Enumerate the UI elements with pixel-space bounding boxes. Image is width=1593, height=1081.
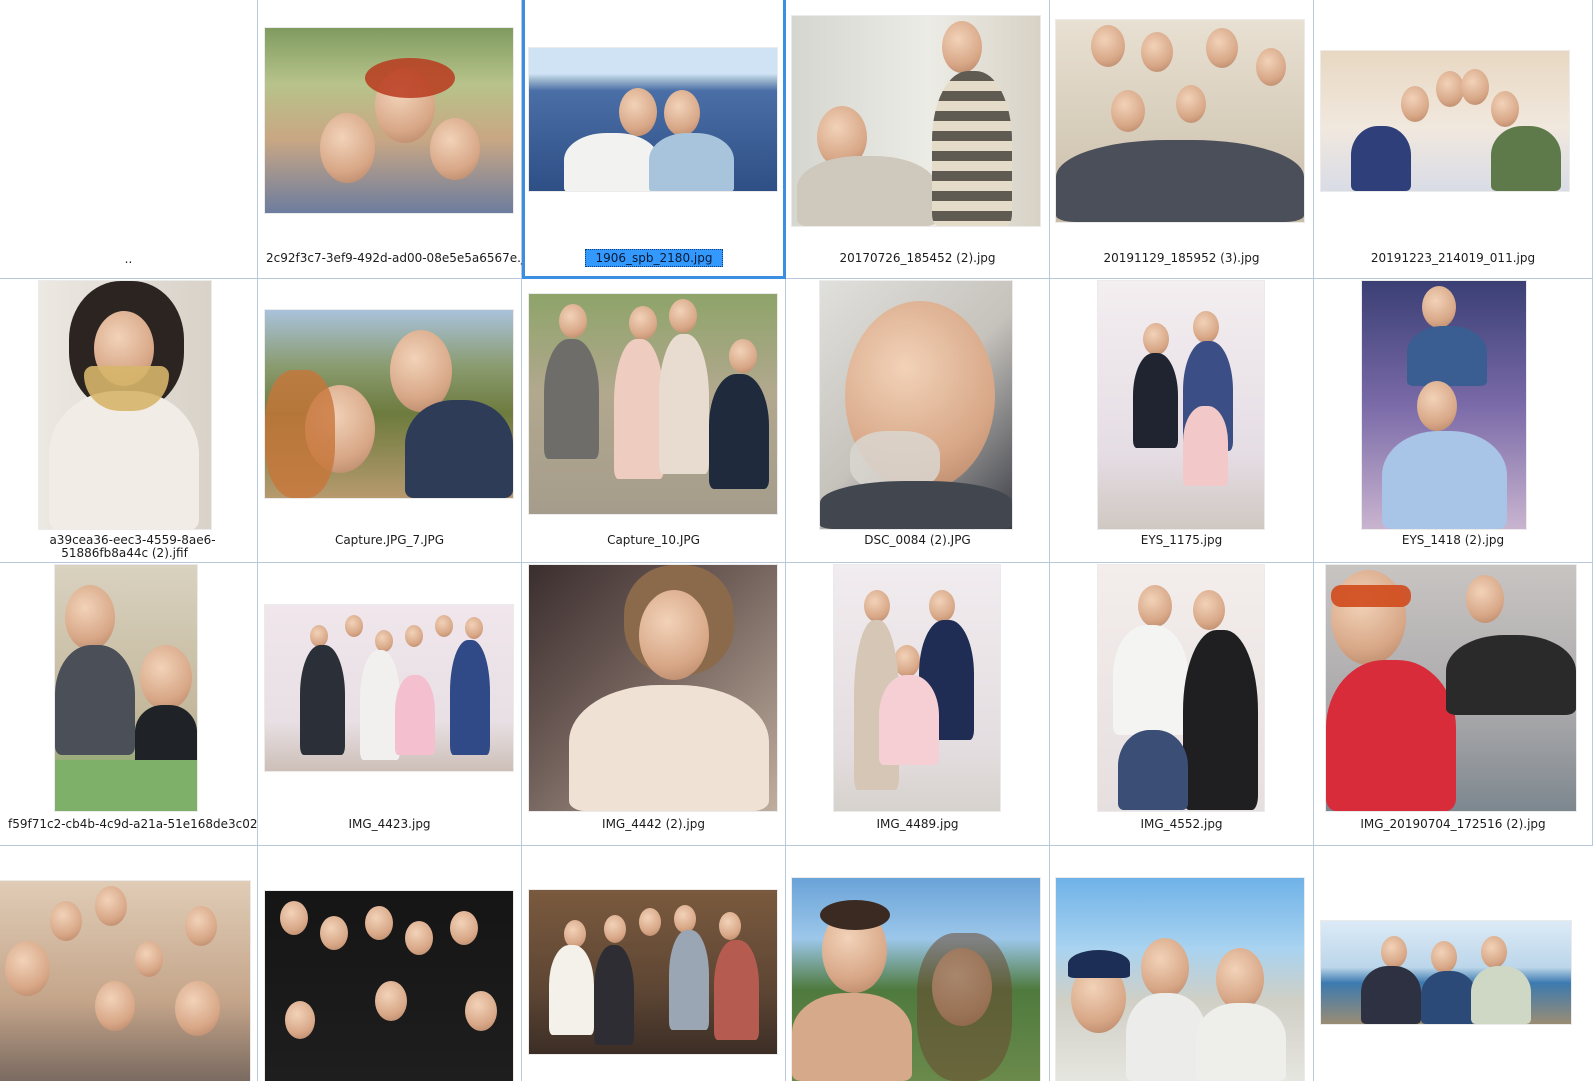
photo-thumbnail [265,28,513,213]
file-tile[interactable] [1050,846,1314,1081]
photo-thumbnail [529,565,777,811]
file-tile[interactable]: IMG_4489.jpg [786,563,1050,846]
file-tile-selected[interactable]: 1906_spb_2180.jpg [522,0,786,279]
photo-thumbnail [1362,281,1526,529]
photo-thumbnail [1056,878,1304,1081]
file-tile[interactable]: IMG_20190704_172516 (2).jpg [1314,563,1593,846]
file-tile[interactable]: 20191223_214019_011.jpg [1314,0,1593,279]
file-tile[interactable] [1314,846,1593,1081]
file-name-label: Capture.JPG_7.JPG [334,533,445,547]
file-name-label-selected: 1906_spb_2180.jpg [525,249,783,267]
photo-thumbnail [529,294,777,514]
file-name-label: EYS_1175.jpg [1140,533,1223,547]
photo-thumbnail [265,891,513,1081]
photo-thumbnail [792,878,1040,1081]
file-tile[interactable]: IMG_4552.jpg [1050,563,1314,846]
photo-thumbnail [820,281,1012,529]
file-name-label: IMG_4489.jpg [876,817,959,831]
file-name-label: IMG_4442 (2).jpg [602,817,705,831]
file-tile[interactable]: DSC_0084 (2).JPG [786,279,1050,563]
photo-thumbnail [529,890,777,1054]
file-name-label: f59f71c2-cb4b-4c9d-a21a-51e168de3c02.jfi… [8,817,277,831]
file-name-label: DSC_0084 (2).JPG [864,533,971,547]
photo-thumbnail [1326,565,1576,811]
photo-thumbnail [1321,921,1571,1024]
file-tile[interactable]: Capture_10.JPG [522,279,786,563]
file-name-label: 2c92f3c7-3ef9-492d-ad00-08e5e5a6567e.jpg [266,251,540,265]
file-tile[interactable]: EYS_1418 (2).jpg [1314,279,1593,563]
file-name-label: 20191129_185952 (3).jpg [1103,251,1260,265]
file-tile[interactable] [0,846,258,1081]
photo-thumbnail [39,281,211,529]
file-tile[interactable] [522,846,786,1081]
photo-thumbnail [792,16,1040,226]
file-name-label: 20170726_185452 (2).jpg [839,251,996,265]
photo-thumbnail [0,881,250,1081]
photo-thumbnail [265,605,513,771]
photo-thumbnail [1098,281,1264,529]
file-tile[interactable]: Capture.JPG_7.JPG [258,279,522,563]
file-tile[interactable] [786,846,1050,1081]
thumbnail-grid: .. 2c92f3c7-3ef9-492d-ad00-08e5e5a6567e.… [0,0,1593,1081]
file-tile[interactable]: 20191129_185952 (3).jpg [1050,0,1314,279]
file-name-label: IMG_4423.jpg [348,817,431,831]
photo-thumbnail [1098,565,1264,811]
file-name-label: a39cea36-eec3-4559-8ae6-51886fb8a44c (2)… [49,533,216,560]
photo-thumbnail [1321,51,1569,191]
file-tile-parent[interactable]: .. [0,0,258,279]
file-tile[interactable]: a39cea36-eec3-4559-8ae6-51886fb8a44c (2)… [0,279,258,563]
file-name-label: .. [124,252,133,266]
photo-thumbnail [834,565,1000,811]
file-tile[interactable] [258,846,522,1081]
file-name-label: IMG_20190704_172516 (2).jpg [1360,817,1546,831]
file-name-label: Capture_10.JPG [607,533,700,547]
photo-thumbnail [265,310,513,498]
file-tile[interactable]: IMG_4423.jpg [258,563,522,846]
file-tile[interactable]: f59f71c2-cb4b-4c9d-a21a-51e168de3c02.jfi… [0,563,277,846]
photo-thumbnail [529,48,777,191]
parent-folder-thumbnail [8,20,248,240]
file-name-label: 20191223_214019_011.jpg [1370,251,1536,265]
file-tile[interactable]: IMG_4442 (2).jpg [522,563,786,846]
file-tile[interactable]: 2c92f3c7-3ef9-492d-ad00-08e5e5a6567e.jpg [258,0,540,279]
photo-thumbnail [55,565,197,811]
file-tile[interactable]: EYS_1175.jpg [1050,279,1314,563]
photo-thumbnail [1056,20,1304,222]
file-name-label: IMG_4552.jpg [1140,817,1223,831]
file-name-label: EYS_1418 (2).jpg [1401,533,1505,547]
file-tile[interactable]: 20170726_185452 (2).jpg [786,0,1050,279]
